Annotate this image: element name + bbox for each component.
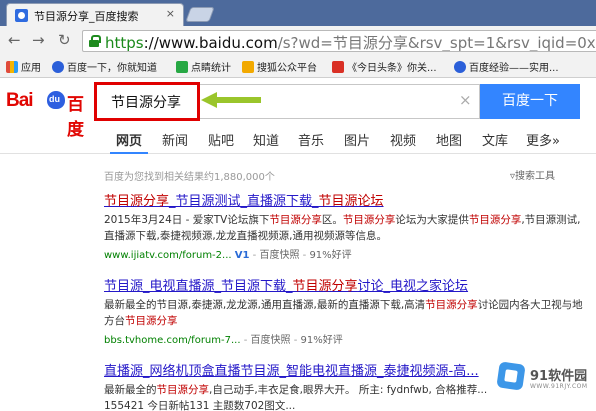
new-tab-button[interactable]: [185, 7, 215, 22]
query-highlight: 节目源分享: [425, 299, 478, 311]
tab-images[interactable]: 图片: [344, 130, 370, 149]
search-result-2: 节目源_电视直播源_节目源下载_节目源分享讨论_电视之家论坛 最新最全的节目源,…: [104, 275, 584, 346]
browser-tabstrip: 节目源分享_百度搜索 ×: [0, 0, 596, 26]
address-url[interactable]: https://www.baidu.com/s?wd=节目源分享&rsv_spt…: [105, 32, 596, 52]
title-highlight: 节目源论坛: [318, 194, 384, 209]
tab-title: 节目源分享_百度搜索: [34, 10, 139, 23]
result-snippet: 最新最全的节目源,泰捷源,龙龙源,通用直播源,最新的直播源下载,高清节目源分享讨…: [104, 299, 583, 327]
query-highlight: 节目源分享: [269, 214, 322, 226]
bookmark-label: 百度经验——实用...: [469, 63, 559, 74]
tab-close-icon[interactable]: ×: [166, 7, 175, 20]
query-highlight: 节目源分享: [468, 214, 522, 226]
bookmark-baidu[interactable]: 百度一下，你就知道: [52, 59, 157, 74]
tab-tieba[interactable]: 贴吧: [208, 130, 234, 149]
title-highlight: 节目源分享: [104, 194, 170, 209]
browser-tab[interactable]: 节目源分享_百度搜索 ×: [6, 3, 184, 26]
bookmark-label: 应用: [21, 63, 41, 74]
tab-video[interactable]: 视频: [390, 130, 416, 149]
bookmark-dianjing[interactable]: 点睛统计: [176, 59, 231, 74]
query-highlight: 节目源分享: [125, 315, 178, 327]
tab-news[interactable]: 新闻: [162, 130, 188, 149]
tab-wenku[interactable]: 文库: [482, 130, 508, 149]
bookmark-jingyan[interactable]: 百度经验——实用...: [454, 59, 559, 74]
result-url-line: bbs.tvhome.com/forum-7... - 百度快照 - 91%好评: [104, 331, 584, 346]
watermark-cube-icon: [496, 361, 526, 391]
watermark-sub: WWW.91RJY.COM: [530, 383, 588, 390]
result-count: 百度为您找到相关结果约1,880,000个: [104, 172, 275, 183]
bookmark-site-icon: [242, 61, 254, 73]
result-url[interactable]: bbs.tvhome.com/forum-7...: [104, 335, 241, 346]
back-arrow-icon[interactable]: ←: [8, 31, 21, 49]
clear-icon[interactable]: ×: [459, 91, 472, 109]
url-path: /s?wd=节目源分享&rsv_spt=1&rsv_iqid=0xec8c4fa…: [277, 34, 596, 52]
bookmark-site-icon: [332, 61, 344, 73]
bookmark-label: 百度一下，你就知道: [67, 63, 157, 74]
tab-web[interactable]: 网页: [109, 130, 149, 154]
lock-icon: [89, 35, 101, 47]
forward-arrow-icon[interactable]: →: [32, 31, 45, 49]
v1-badge[interactable]: V1: [235, 250, 250, 261]
rating-link[interactable]: 91%好评: [309, 250, 351, 261]
browser-toolbar: ← → ↻ https://www.baidu.com/s?wd=节目源分享&r…: [0, 26, 596, 56]
result-url-line: www.ijiatv.com/forum-2... V1 - 百度快照 - 91…: [104, 246, 584, 261]
url-scheme: https: [105, 34, 144, 52]
logo-bai: Bai: [6, 90, 34, 111]
query-highlight: 节目源分享: [156, 384, 210, 396]
baidu-paw-icon: [47, 91, 65, 109]
url-host: ://www.baidu.com: [143, 34, 278, 52]
bookmark-apps[interactable]: 应用: [6, 59, 41, 74]
tab-music[interactable]: 音乐: [298, 130, 324, 149]
title-text: _节目源测试_直播源下载_: [169, 194, 319, 209]
bookmark-label: 《今日头条》你关...: [347, 63, 437, 74]
search-tools-label: 搜索工具: [515, 171, 556, 182]
result-title[interactable]: 节目源_电视直播源_节目源下载_节目源分享讨论_电视之家论坛: [104, 275, 584, 294]
watermark-text: 91软件园: [530, 369, 588, 384]
cache-link[interactable]: 百度快照: [259, 250, 299, 261]
tab-more[interactable]: 更多»: [526, 130, 560, 149]
separator: -: [252, 250, 257, 261]
bookmarks-bar: 应用 百度一下，你就知道 点睛统计 搜狐公众平台 《今日头条》你关... 百度经…: [0, 56, 596, 78]
separator: -: [302, 250, 307, 261]
tab-zhidao[interactable]: 知道: [253, 130, 279, 149]
watermark-logo: 91软件园 WWW.91RJY.COM: [496, 357, 596, 397]
query-highlight-box: [94, 82, 200, 121]
bookmark-toutiao[interactable]: 《今日头条》你关...: [332, 59, 437, 74]
result-snippet: 2015年3月24日 - 爱家TV论坛旗下节目源分享区。节目源分享论坛为大家提供…: [104, 214, 581, 242]
vertical-tabs: 网页 新闻 贴吧 知道 音乐 图片 视频 地图 文库 更多»: [0, 124, 596, 154]
result-url[interactable]: www.ijiatv.com/forum-2...: [104, 250, 232, 261]
bookmark-site-icon: [176, 61, 188, 73]
baidu-paw-icon: [52, 61, 64, 73]
separator: -: [293, 335, 298, 346]
query-highlight: 节目源分享: [292, 279, 358, 294]
address-bar[interactable]: https://www.baidu.com/s?wd=节目源分享&rsv_spt…: [82, 30, 596, 52]
result-snippet-meta: 155421 今日新帖131 主题数702图文...: [104, 400, 296, 411]
rating-link[interactable]: 91%好评: [300, 335, 342, 346]
reload-icon[interactable]: ↻: [58, 31, 71, 49]
query-highlight: 节目源分享: [342, 214, 396, 226]
baidu-favicon-icon: [15, 9, 28, 22]
bookmark-label: 搜狐公众平台: [257, 63, 317, 74]
search-tools-link[interactable]: ▿搜索工具: [510, 167, 555, 182]
search-button[interactable]: 百度一下: [480, 84, 580, 119]
search-result-1: 节目源分享_节目源测试_直播源下载_节目源论坛 2015年3月24日 - 爱家T…: [104, 190, 584, 261]
baidu-paw-icon: [454, 61, 466, 73]
cache-link[interactable]: 百度快照: [251, 335, 291, 346]
apps-grid-icon: [6, 61, 18, 73]
result-title[interactable]: 节目源分享_节目源测试_直播源下载_节目源论坛: [104, 190, 584, 209]
bookmark-sohu[interactable]: 搜狐公众平台: [242, 59, 317, 74]
baidu-logo[interactable]: Bai 百度: [6, 88, 100, 140]
annotation-arrow-icon: [201, 92, 261, 108]
bookmark-label: 点睛统计: [191, 63, 231, 74]
separator: -: [243, 335, 248, 346]
tab-map[interactable]: 地图: [436, 130, 462, 149]
